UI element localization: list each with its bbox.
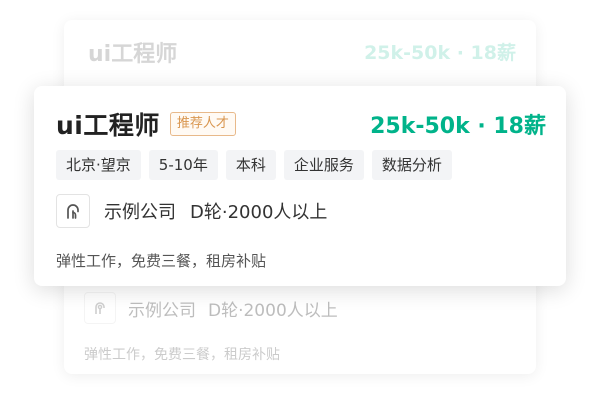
title-row: ui工程师 推荐人才 (56, 106, 236, 142)
background-company-row: 示例公司 D轮·2000人以上 (84, 292, 338, 324)
benefits: 弹性工作，免费三餐，租房补贴 (56, 252, 267, 270)
company-row[interactable]: 示例公司 D轮·2000人以上 (56, 194, 327, 228)
company-info: D轮·2000人以上 (190, 202, 328, 223)
background-company-name: 示例公司 (128, 300, 196, 321)
stage: ui工程师 25k-50k · 18薪 示例公司 D轮·2000人以上 弹性工作… (0, 0, 600, 400)
company-logo-icon (56, 194, 90, 228)
tag-education: 本科 (225, 150, 276, 180)
background-company-info: D轮·2000人以上 (208, 300, 338, 321)
recommend-badge: 推荐人才 (169, 112, 236, 136)
background-job-title: ui工程师 (88, 42, 178, 67)
tag-experience: 5-10年 (148, 150, 218, 180)
tag-industry: 企业服务 (283, 150, 364, 180)
job-card[interactable]: ui工程师 推荐人才 25k-50k · 18薪 北京·望京 5-10年 本科 … (34, 86, 566, 286)
background-benefits: 弹性工作，免费三餐，租房补贴 (84, 347, 280, 363)
tag-location: 北京·望京 (56, 150, 141, 180)
tag-domain: 数据分析 (371, 150, 452, 180)
company-logo-icon (84, 292, 116, 324)
background-salary: 25k-50k · 18薪 (364, 42, 516, 64)
salary: 25k-50k · 18薪 (370, 114, 546, 139)
tag-list: 北京·望京 5-10年 本科 企业服务 数据分析 (56, 150, 452, 180)
job-title[interactable]: ui工程师 (56, 106, 160, 142)
company-name[interactable]: 示例公司 (104, 198, 176, 224)
